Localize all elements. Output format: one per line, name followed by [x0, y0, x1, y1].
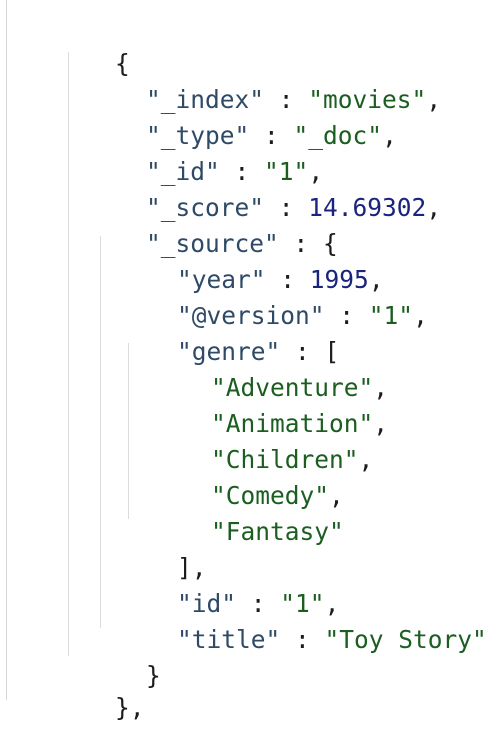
code-line-genre-item: "Adventure",	[211, 373, 389, 402]
code-line-genre-item: "Fantasy"	[152, 490, 344, 546]
indent-guide	[68, 52, 69, 656]
close-brace-comma: },	[115, 693, 145, 722]
code-line-genre-item: "Children",	[211, 445, 374, 474]
indent-guide	[100, 236, 101, 628]
code-line-year: "year" : 1995,	[177, 265, 384, 294]
json-array-item: "Fantasy"	[211, 517, 344, 546]
json-key: "title"	[177, 625, 281, 654]
gutter-edge	[6, 0, 7, 700]
json-viewer: { "_index" : "movies", "_type" : "_doc",…	[0, 0, 487, 722]
code-line-genre: "genre" : [	[177, 337, 340, 366]
code-line-close-document: },	[56, 666, 145, 722]
code-line-source: "_source" : {	[146, 229, 338, 258]
code-line-title: "title" : "Toy Story"	[177, 625, 487, 654]
close-brace: }	[146, 661, 161, 690]
code-line-genre-item: "Comedy",	[211, 481, 344, 510]
code-line-id: "_id" : "1",	[146, 157, 324, 186]
json-string-value: "1"	[368, 301, 414, 330]
json-string-value: "Toy Story"	[324, 625, 487, 654]
code-line-source-id: "id" : "1",	[177, 589, 340, 618]
code-line-type: "_type" : "_doc",	[146, 121, 397, 150]
code-line-close-array: ],	[118, 526, 207, 582]
code-line: {	[56, 22, 130, 78]
code-line-close-source: }	[87, 634, 161, 690]
code-line-score: "_score" : 14.69302,	[146, 193, 442, 222]
code-line-version: "@version" : "1",	[177, 301, 428, 330]
code-line-genre-item: "Animation",	[211, 409, 389, 438]
code-line-index: "_index" : "movies",	[146, 85, 442, 114]
